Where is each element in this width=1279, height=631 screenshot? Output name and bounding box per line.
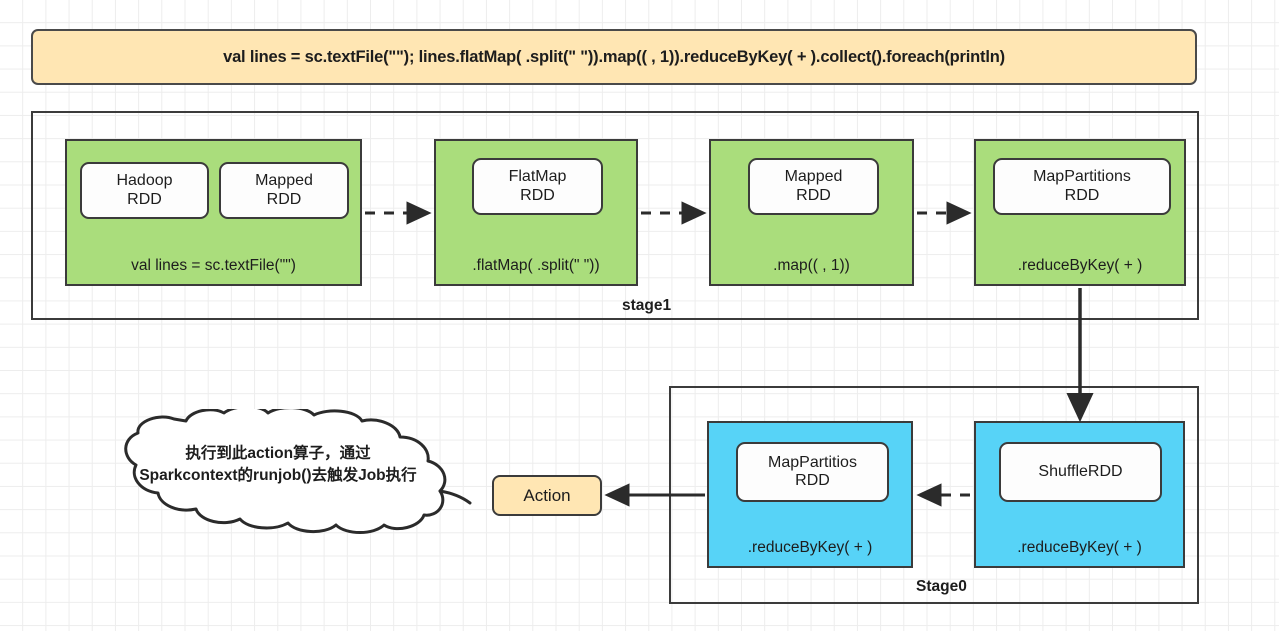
rdd-node-mappartitios-rdd[interactable]: MapPartitios RDD [736, 442, 889, 502]
rdd-group-map-caption: .map(( , 1)) [773, 257, 850, 274]
action-box-label: Action [523, 485, 571, 505]
rdd-node-hadoop-rdd[interactable]: Hadoop RDD [80, 162, 209, 219]
rdd-group-flatmap[interactable]: FlatMap RDD .flatMap( .split(" ")) [434, 139, 638, 286]
diagram-canvas: val lines = sc.textFile(""); lines.flatM… [0, 0, 1279, 631]
code-banner-text: val lines = sc.textFile(""); lines.flatM… [223, 47, 1005, 66]
rdd-node-mapped-rdd-1[interactable]: Mapped RDD [219, 162, 349, 219]
rdd-group-textfile[interactable]: Hadoop RDD Mapped RDD val lines = sc.tex… [65, 139, 362, 286]
cloud-callout-text: 执行到此action算子，通过 Sparkcontext的runjob()去触发… [139, 445, 417, 485]
rdd-group-reducebykey-stage1-caption: .reduceByKey( + ) [1017, 257, 1143, 274]
rdd-group-flatmap-caption: .flatMap( .split(" ")) [472, 257, 600, 274]
rdd-node-flatmap-rdd[interactable]: FlatMap RDD [472, 158, 603, 215]
code-banner: val lines = sc.textFile(""); lines.flatM… [31, 29, 1197, 85]
rdd-group-shuffle-caption: .reduceByKey( + ) [1017, 539, 1142, 556]
rdd-group-textfile-caption: val lines = sc.textFile("") [131, 257, 296, 274]
rdd-group-reducebykey-stage1[interactable]: MapPartitions RDD .reduceByKey( + ) [974, 139, 1186, 286]
stage0-label: Stage0 [916, 578, 967, 595]
cloud-callout: 执行到此action算子，通过 Sparkcontext的runjob()去触发… [78, 409, 478, 534]
rdd-group-shuffle[interactable]: ShuffleRDD .reduceByKey( + ) [974, 421, 1185, 568]
rdd-group-reducebykey-stage0[interactable]: MapPartitios RDD .reduceByKey( + ) [707, 421, 913, 568]
rdd-group-map[interactable]: Mapped RDD .map(( , 1)) [709, 139, 914, 286]
rdd-node-shuffle-rdd[interactable]: ShuffleRDD [999, 442, 1162, 502]
rdd-node-mapped-rdd-2[interactable]: Mapped RDD [748, 158, 879, 215]
rdd-node-mappartitions-rdd[interactable]: MapPartitions RDD [993, 158, 1171, 215]
rdd-group-reducebykey-stage0-caption: .reduceByKey( + ) [747, 539, 873, 556]
action-box[interactable]: Action [492, 475, 602, 516]
stage1-label: stage1 [622, 297, 672, 314]
